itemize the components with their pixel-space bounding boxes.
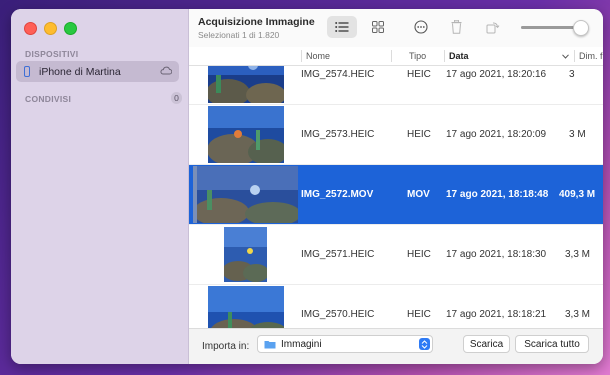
destination-select[interactable]: Immagini bbox=[257, 335, 433, 353]
file-name: IMG_2571.HEIC bbox=[301, 249, 375, 260]
iphone-icon bbox=[24, 66, 30, 77]
file-date: 17 ago 2021, 18:20:09 bbox=[446, 129, 547, 140]
column-name-header[interactable]: Nome bbox=[306, 51, 330, 61]
sort-chevron-down-icon bbox=[562, 54, 569, 59]
file-name: IMG_2572.MOV bbox=[301, 189, 374, 200]
list-view-button[interactable] bbox=[327, 16, 357, 38]
import-label: Importa in: bbox=[202, 341, 250, 352]
download-button[interactable]: Scarica bbox=[463, 335, 510, 353]
column-divider bbox=[301, 50, 302, 62]
photo-thumbnail bbox=[208, 66, 284, 103]
photo-thumbnail bbox=[208, 106, 284, 163]
column-divider bbox=[444, 50, 445, 62]
cloud-icon bbox=[160, 66, 172, 75]
slider-knob[interactable] bbox=[573, 20, 589, 36]
select-stepper[interactable] bbox=[419, 338, 430, 350]
video-thumbnail bbox=[193, 166, 298, 223]
folder-icon bbox=[264, 340, 276, 348]
file-size: 3,3 M bbox=[565, 309, 591, 320]
close-button[interactable] bbox=[24, 22, 37, 35]
file-date: 17 ago 2021, 18:18:48 bbox=[446, 189, 549, 200]
file-type: HEIC bbox=[407, 309, 431, 320]
import-footer: Importa in: Immagini Scarica Scarica tut… bbox=[189, 328, 603, 364]
destination-value: Immagini bbox=[281, 338, 322, 350]
zoom-button[interactable] bbox=[64, 22, 77, 35]
grid-view-button[interactable] bbox=[365, 16, 391, 38]
file-type: MOV bbox=[407, 189, 430, 200]
file-size: 409,3 M bbox=[559, 189, 596, 200]
sidebar-item-label: iPhone di Martina bbox=[39, 65, 121, 78]
file-type: HEIC bbox=[407, 69, 431, 80]
file-name: IMG_2570.HEIC bbox=[301, 309, 375, 320]
file-size: 3,3 M bbox=[565, 249, 591, 260]
selection-status: Selezionati 1 di 1.820 bbox=[198, 30, 280, 40]
download-all-button[interactable]: Scarica tutto bbox=[515, 335, 589, 353]
column-header: Nome Tipo Data Dim. f bbox=[189, 47, 603, 66]
rotate-button[interactable] bbox=[482, 16, 504, 38]
column-type-header[interactable]: Tipo bbox=[409, 51, 426, 61]
file-type: HEIC bbox=[407, 129, 431, 140]
file-size: 3 bbox=[569, 69, 575, 80]
list-item[interactable]: IMG_2573.HEIC HEIC 17 ago 2021, 18:20:09… bbox=[189, 105, 603, 165]
sidebar: DISPOSITIVI iPhone di Martina CONDIVISI … bbox=[11, 9, 189, 364]
column-divider bbox=[391, 50, 392, 62]
file-type: HEIC bbox=[407, 249, 431, 260]
file-name: IMG_2574.HEIC bbox=[301, 69, 375, 80]
column-divider bbox=[574, 50, 575, 62]
thumbnail-size-slider[interactable] bbox=[521, 20, 589, 36]
list-item[interactable]: IMG_2574.HEIC HEIC 17 ago 2021, 18:20:16… bbox=[189, 66, 603, 105]
minimize-button[interactable] bbox=[44, 22, 57, 35]
trash-icon bbox=[451, 20, 461, 34]
sidebar-item-iphone[interactable]: iPhone di Martina bbox=[16, 61, 179, 82]
list-item-selected[interactable]: IMG_2572.MOV MOV 17 ago 2021, 18:18:48 4… bbox=[189, 165, 603, 225]
image-capture-window: DISPOSITIVI iPhone di Martina CONDIVISI … bbox=[11, 9, 603, 364]
photo-thumbnail bbox=[224, 227, 267, 282]
photo-thumbnail bbox=[208, 286, 284, 328]
file-date: 17 ago 2021, 18:18:21 bbox=[446, 309, 547, 320]
grid-view-icon bbox=[372, 21, 384, 33]
sidebar-section-devices: DISPOSITIVI bbox=[25, 49, 79, 59]
file-list: IMG_2574.HEIC HEIC 17 ago 2021, 18:20:16… bbox=[189, 66, 603, 328]
shared-count-badge: 0 bbox=[171, 92, 182, 104]
slider-fill bbox=[521, 26, 575, 29]
file-name: IMG_2573.HEIC bbox=[301, 129, 375, 140]
window-title: Acquisizione Immagine bbox=[198, 16, 315, 28]
file-date: 17 ago 2021, 18:18:30 bbox=[446, 249, 547, 260]
file-date: 17 ago 2021, 18:20:16 bbox=[446, 69, 547, 80]
rotate-icon bbox=[486, 22, 500, 34]
more-icon bbox=[414, 20, 428, 34]
toolbar: Acquisizione Immagine Selezionati 1 di 1… bbox=[189, 9, 603, 47]
chevron-up-down-icon bbox=[421, 339, 428, 349]
sidebar-section-shared: CONDIVISI bbox=[25, 94, 72, 104]
column-size-header[interactable]: Dim. f bbox=[579, 51, 603, 61]
list-item[interactable]: IMG_2570.HEIC HEIC 17 ago 2021, 18:18:21… bbox=[189, 285, 603, 328]
more-button[interactable] bbox=[409, 16, 433, 38]
delete-button[interactable] bbox=[445, 16, 467, 38]
list-view-icon bbox=[335, 22, 349, 32]
column-date-header[interactable]: Data bbox=[449, 51, 469, 61]
file-size: 3 M bbox=[569, 129, 586, 140]
list-item[interactable]: IMG_2571.HEIC HEIC 17 ago 2021, 18:18:30… bbox=[189, 225, 603, 285]
window-controls bbox=[24, 22, 77, 35]
